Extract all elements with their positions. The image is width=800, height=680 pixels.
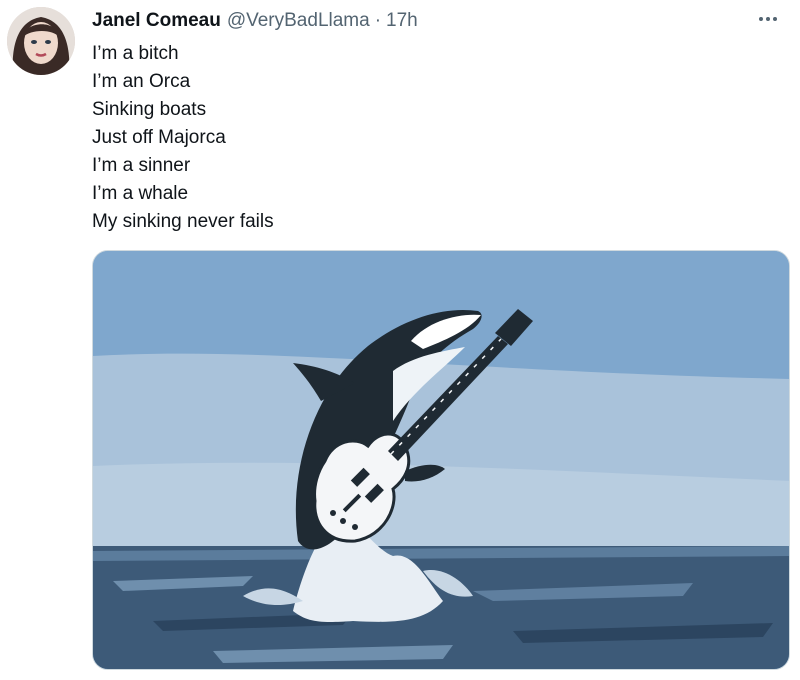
avatar[interactable]	[7, 7, 75, 75]
more-icon-dot	[773, 17, 777, 21]
avatar-image	[7, 7, 75, 75]
tweet: Janel Comeau @VeryBadLlama · 17h I’m a b…	[0, 0, 800, 680]
tweet-line: I’m a sinner	[92, 155, 191, 176]
orca-guitar-image	[93, 251, 789, 669]
tweet-line: Just off Majorca	[92, 127, 226, 148]
tweet-line: I’m an Orca	[92, 71, 191, 92]
tweet-line: I’m a whale	[92, 183, 189, 204]
more-options-button[interactable]	[754, 8, 782, 30]
tweet-media[interactable]	[92, 250, 790, 670]
more-icon-dot	[766, 17, 770, 21]
timestamp[interactable]: 17h	[386, 8, 418, 34]
more-horizontal-icon	[759, 17, 763, 21]
tweet-line: My sinking never fails	[92, 211, 274, 232]
tweet-header: Janel Comeau @VeryBadLlama · 17h	[92, 8, 418, 34]
header-separator: ·	[374, 10, 382, 31]
author-handle[interactable]: @VeryBadLlama	[227, 8, 370, 34]
tweet-line: Sinking boats	[92, 99, 207, 120]
tweet-line: I’m a bitch	[92, 43, 179, 64]
tweet-text: I’m a bitch I’m an Orca Sinking boats Ju…	[92, 40, 274, 236]
author-name[interactable]: Janel Comeau	[92, 8, 221, 34]
